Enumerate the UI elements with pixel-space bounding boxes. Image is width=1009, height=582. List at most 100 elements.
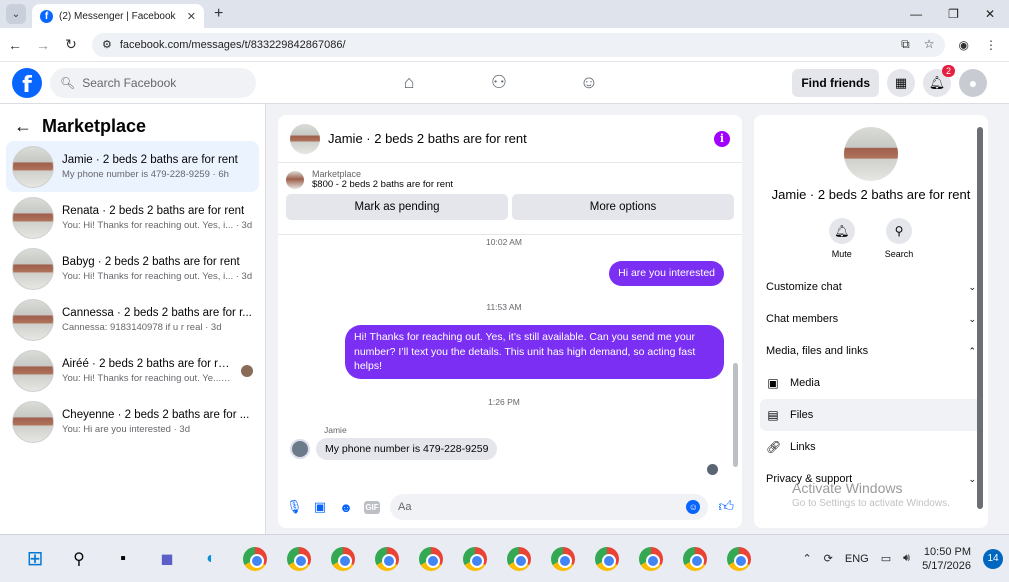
- mute-action[interactable]: 🔔︎ Mute: [828, 218, 855, 259]
- search-action[interactable]: ⚲ Search: [885, 218, 913, 259]
- browser-toolbar-right: ◉ ⋮: [959, 38, 1001, 52]
- search-icon[interactable]: ⚲: [64, 544, 94, 574]
- chrome-icon[interactable]: [243, 546, 267, 571]
- forward-icon[interactable]: →: [36, 37, 50, 53]
- outgoing-message[interactable]: Hi are you interested: [609, 261, 724, 286]
- bookmark-star-icon[interactable]: ☆: [924, 37, 935, 52]
- conversation-item[interactable]: Cheyenne · 2 beds 2 baths are for ... Yo…: [6, 396, 259, 447]
- chrome-profile-icon[interactable]: [463, 546, 487, 571]
- profile-icon[interactable]: ◉: [959, 38, 969, 52]
- conversation-item[interactable]: Airéé · 2 beds 2 baths are for rent You:…: [6, 345, 259, 396]
- incoming-message[interactable]: My phone number is 479-228-9259: [316, 438, 498, 460]
- listing-source: Marketplace: [312, 169, 362, 179]
- close-window-icon[interactable]: ✕: [985, 7, 995, 21]
- clock[interactable]: 10:50 PM 5/17/2026: [922, 545, 971, 573]
- info-icon[interactable]: i: [714, 130, 730, 147]
- edge-icon[interactable]: ◐: [196, 544, 226, 574]
- reload-icon[interactable]: ↻: [64, 36, 78, 53]
- photo-icon[interactable]: ▣: [312, 499, 328, 515]
- info-panel-scrollbar[interactable]: [977, 127, 983, 509]
- chrome-profile-icon[interactable]: [507, 546, 531, 571]
- message-input[interactable]: [398, 501, 687, 513]
- chat-title[interactable]: Jamie · 2 beds 2 baths are for rent: [328, 131, 706, 146]
- menu-grid-icon[interactable]: ▦: [887, 68, 915, 97]
- info-sections: Customize chat ⌄ Chat members ⌄ Media, f…: [754, 271, 988, 495]
- notification-count-badge[interactable]: 14: [983, 548, 1003, 569]
- search-icon[interactable]: ⚲: [886, 218, 912, 244]
- conversation-item[interactable]: Cannessa · 2 beds 2 baths are for r... C…: [6, 294, 259, 345]
- tab-search-chevron-icon[interactable]: ⌄: [6, 4, 26, 24]
- chrome-profile-icon[interactable]: [331, 546, 355, 571]
- more-options-button[interactable]: More options: [512, 194, 734, 220]
- chrome-profile-icon[interactable]: [551, 546, 575, 571]
- files-row[interactable]: ▤ Files: [760, 399, 982, 431]
- conversation-item[interactable]: Babyg · 2 beds 2 baths are for rent You:…: [6, 243, 259, 294]
- chat-avatar[interactable]: [290, 123, 320, 154]
- browser-tab[interactable]: f (2) Messenger | Facebook ✕: [32, 4, 204, 28]
- chrome-profile-icon[interactable]: [639, 546, 663, 571]
- find-friends-button[interactable]: Find friends: [792, 68, 879, 97]
- sender-name: Jamie: [324, 425, 347, 435]
- sticker-icon[interactable]: ☻: [338, 500, 354, 515]
- site-info-icon[interactable]: ⚙: [102, 38, 112, 51]
- sidebar-title: Marketplace: [42, 116, 147, 136]
- mark-as-pending-button[interactable]: Mark as pending: [286, 194, 508, 220]
- conversation-item[interactable]: Jamie · 2 beds 2 baths are for rent My p…: [6, 141, 259, 192]
- facebook-search-box[interactable]: 🔍︎: [50, 67, 256, 98]
- chrome-profile-icon[interactable]: [727, 546, 751, 571]
- customize-chat-row[interactable]: Customize chat ⌄: [754, 271, 988, 303]
- thumbs-up-icon[interactable]: 👍︎: [718, 498, 734, 516]
- chat-scrollbar[interactable]: [733, 363, 738, 467]
- conversation-text: Airéé · 2 beds 2 baths are for rent You:…: [62, 358, 233, 384]
- account-avatar[interactable]: ●: [959, 68, 987, 97]
- facebook-search-input[interactable]: [82, 75, 233, 90]
- friends-icon[interactable]: ⚇: [488, 72, 510, 93]
- notifications-bell-icon[interactable]: 🔔︎ 2: [923, 64, 955, 97]
- media-files-links-row[interactable]: Media, files and links ⌃: [754, 335, 988, 367]
- chrome-profile-icon[interactable]: [683, 546, 707, 571]
- back-arrow-icon[interactable]: ←: [14, 116, 32, 137]
- conversation-snippet: You: Hi are you interested · 3d: [62, 423, 190, 435]
- sync-icon[interactable]: ⟳: [824, 552, 833, 565]
- emoji-icon[interactable]: ☺: [686, 500, 701, 514]
- clock-date: 5/17/2026: [922, 559, 971, 572]
- network-icon[interactable]: ▭: [881, 552, 891, 565]
- task-view-icon[interactable]: ▪: [108, 544, 138, 574]
- start-windows-icon[interactable]: ⊞: [20, 544, 50, 574]
- media-row[interactable]: ▣ Media: [754, 367, 988, 399]
- restore-icon[interactable]: ❐: [948, 7, 959, 21]
- groups-icon[interactable]: ☺: [578, 72, 600, 93]
- volume-icon[interactable]: 🔊︎: [903, 552, 910, 565]
- conversation-snippet: You: Hi! Thanks for reaching out. Yes, i…: [62, 219, 253, 231]
- conversation-name: Renata · 2 beds 2 baths are for rent: [62, 204, 245, 217]
- install-app-icon[interactable]: ⧉: [901, 37, 910, 52]
- back-icon[interactable]: ←: [8, 37, 22, 53]
- language-indicator[interactable]: ENG: [845, 553, 869, 565]
- chrome-profile-icon[interactable]: [419, 546, 443, 571]
- tab-close-icon[interactable]: ✕: [187, 10, 196, 23]
- bell-icon[interactable]: 🔔︎: [828, 218, 855, 244]
- outgoing-message[interactable]: Hi! Thanks for reaching out. Yes, it’s s…: [345, 325, 724, 379]
- message-input-box[interactable]: ☺: [390, 494, 709, 520]
- url-omnibox[interactable]: ⚙ facebook.com/messages/t/83322984286708…: [92, 32, 945, 57]
- facebook-logo-icon[interactable]: f: [12, 67, 42, 98]
- chat-window: Jamie · 2 beds 2 baths are for rent i Ma…: [278, 115, 742, 528]
- microphone-icon[interactable]: 🎙︎: [286, 499, 303, 515]
- browser-menu-icon[interactable]: ⋮: [985, 38, 997, 52]
- chrome-profile-icon[interactable]: [595, 546, 619, 571]
- teams-icon[interactable]: ◼: [152, 544, 182, 574]
- gif-icon[interactable]: GIF: [364, 500, 380, 514]
- home-icon[interactable]: ⌂: [398, 72, 420, 93]
- new-tab-plus-icon[interactable]: +: [214, 5, 223, 23]
- conversation-snippet: You: Hi! Thanks for reaching out. Yes, i…: [62, 270, 253, 282]
- chat-members-row[interactable]: Chat members ⌄: [754, 303, 988, 335]
- chrome-profile-icon[interactable]: [287, 546, 311, 571]
- chrome-profile-icon[interactable]: [375, 546, 399, 571]
- minimize-icon[interactable]: —: [910, 7, 922, 21]
- tray-chevron-up-icon[interactable]: ⌃: [802, 552, 811, 565]
- customize-chat-label: Customize chat: [766, 281, 842, 293]
- nav-right: Find friends ▦ 🔔︎ 2 ●: [792, 64, 1009, 97]
- conversation-item[interactable]: Renata · 2 beds 2 baths are for rent You…: [6, 192, 259, 243]
- listing-row[interactable]: Marketplace $800 - 2 beds 2 baths are fo…: [286, 169, 734, 190]
- links-row[interactable]: 🔗︎ Links: [754, 431, 988, 463]
